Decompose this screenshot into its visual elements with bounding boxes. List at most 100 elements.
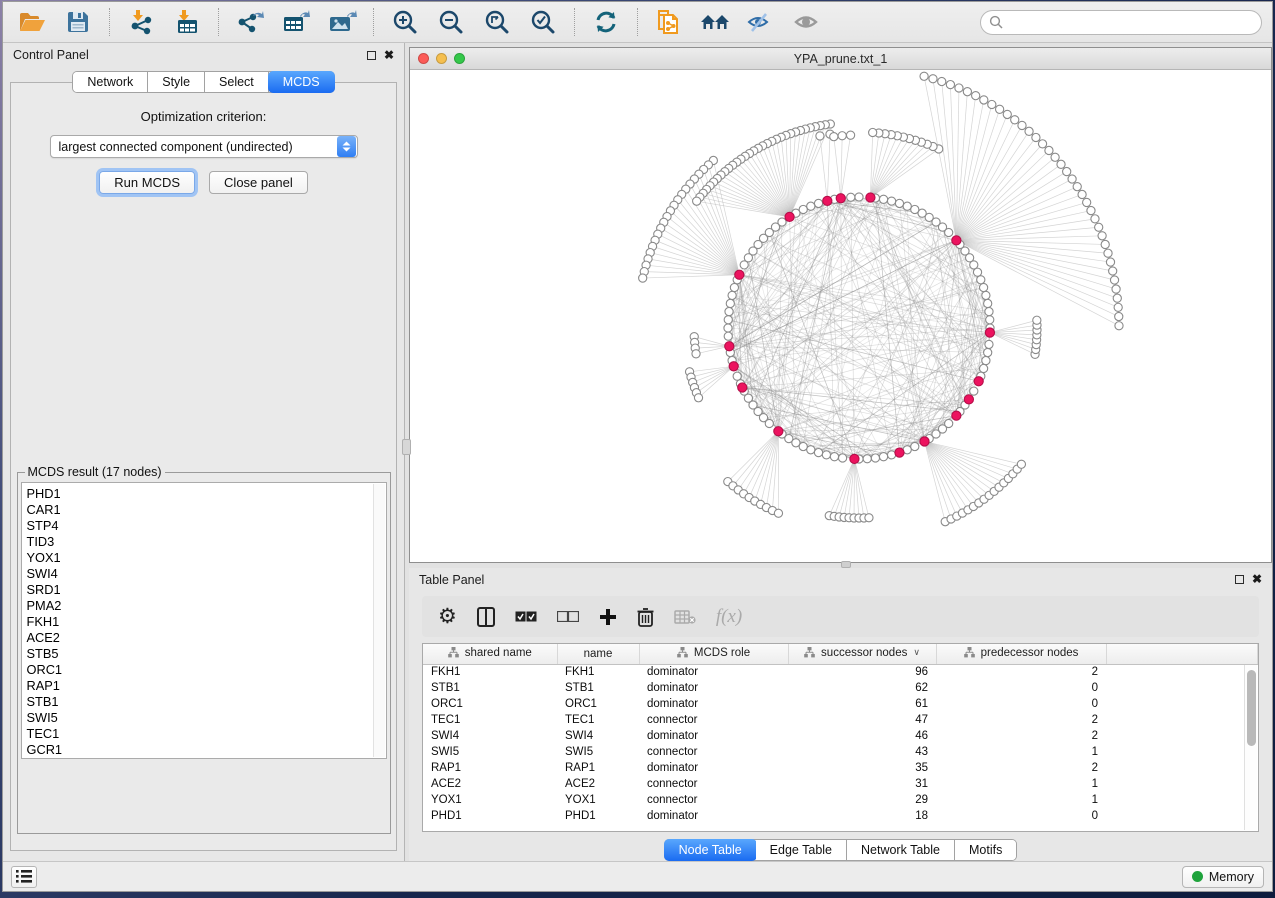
first-neighbors-icon[interactable] [696,6,734,38]
network-node[interactable] [970,387,978,395]
table-row[interactable]: FKH1FKH1dominator962 [423,664,1258,680]
zoom-out-icon[interactable] [432,6,470,38]
cell-mcds_role[interactable]: connector [639,712,788,728]
table-row[interactable]: ORC1ORC1dominator610 [423,696,1258,712]
column-header-name[interactable]: name [557,644,639,664]
delete-table-icon[interactable] [674,610,696,624]
mcds-result-item[interactable]: ORC1 [27,662,386,678]
network-node[interactable] [1115,322,1123,330]
network-node[interactable] [639,274,647,282]
network-node[interactable] [1011,116,1019,124]
select-all-checkboxes-icon[interactable] [515,611,537,622]
tab-select[interactable]: Select [205,72,269,92]
network-node[interactable] [982,356,990,364]
tab-network[interactable]: Network [73,72,148,92]
network-node[interactable] [1003,110,1011,118]
zoom-fit-icon[interactable] [478,6,516,38]
splitter-grip[interactable] [841,561,851,568]
network-node[interactable] [814,448,822,456]
network-node[interactable] [920,437,929,446]
network-node[interactable] [955,84,963,92]
mcds-result-list[interactable]: PHD1CAR1STP4TID3YOX1SWI4SRD1PMA2FKH1ACE2… [21,482,387,759]
mcds-result-item[interactable]: SWI4 [27,566,386,582]
network-node[interactable] [996,105,1004,113]
cell-shared_name[interactable]: RAP1 [423,760,557,776]
network-node[interactable] [911,442,919,450]
table-row[interactable]: PHD1PHD1dominator180 [423,808,1258,824]
network-node[interactable] [972,92,980,100]
column-header-shared-name[interactable]: shared name [423,644,557,664]
network-node[interactable] [1101,240,1109,248]
import-table-icon[interactable] [168,6,206,38]
cell-mcds_role[interactable]: dominator [639,696,788,712]
network-node[interactable] [863,455,871,463]
network-node[interactable] [725,307,733,315]
network-node[interactable] [735,270,744,279]
network-node[interactable] [982,291,990,299]
network-window-titlebar[interactable]: YPA_prune.txt_1 [410,48,1271,70]
mcds-result-item[interactable]: YOX1 [27,550,386,566]
network-node[interactable] [988,100,996,108]
network-node[interactable] [1073,183,1081,191]
zoom-in-icon[interactable] [386,6,424,38]
network-node[interactable] [846,131,854,139]
network-node[interactable] [952,411,961,420]
cell-successor_nodes[interactable]: 31 [788,776,936,792]
cell-name[interactable]: PHD1 [557,808,639,824]
cell-mcds_role[interactable]: connector [639,792,788,808]
network-node[interactable] [1045,146,1053,154]
refresh-icon[interactable] [587,6,625,38]
close-panel-button[interactable]: Close panel [209,171,308,194]
mcds-result-item[interactable]: SWI5 [27,710,386,726]
table-row[interactable]: SWI4SWI4dominator462 [423,728,1258,744]
float-panel-icon[interactable] [367,51,376,60]
network-node[interactable] [1109,267,1117,275]
cell-mcds_role[interactable]: dominator [639,760,788,776]
list-scrollbar-track[interactable] [373,484,385,757]
network-node[interactable] [895,448,904,457]
show-all-icon[interactable] [788,6,826,38]
network-node[interactable] [865,514,873,522]
network-node[interactable] [1017,460,1025,468]
network-node[interactable] [724,316,732,324]
memory-button[interactable]: Memory [1182,866,1264,888]
cell-name[interactable]: SWI4 [557,728,639,744]
column-header-predecessor-nodes[interactable]: predecessor nodes [936,644,1106,664]
cell-predecessor_nodes[interactable]: 1 [936,792,1106,808]
cell-successor_nodes[interactable]: 46 [788,728,936,744]
task-history-button[interactable] [11,866,37,888]
export-image-icon[interactable] [323,6,361,38]
cell-predecessor_nodes[interactable]: 0 [936,808,1106,824]
network-node[interactable] [1106,258,1114,266]
network-node[interactable] [807,446,815,454]
network-node[interactable] [1032,133,1040,141]
cell-shared_name[interactable]: STB1 [423,680,557,696]
cell-predecessor_nodes[interactable]: 2 [936,760,1106,776]
network-node[interactable] [730,283,738,291]
network-node[interactable] [979,283,987,291]
network-node[interactable] [838,454,846,462]
network-node[interactable] [692,350,700,358]
network-node[interactable] [1025,127,1033,135]
cell-predecessor_nodes[interactable]: 1 [936,776,1106,792]
scrollbar-thumb[interactable] [1247,670,1256,746]
cell-predecessor_nodes[interactable]: 2 [936,728,1106,744]
network-node[interactable] [724,324,732,332]
network-node[interactable] [693,197,701,205]
table-row[interactable]: RAP1RAP1dominator352 [423,760,1258,776]
network-node[interactable] [740,261,748,269]
network-node[interactable] [985,307,993,315]
column-layout-icon[interactable] [477,607,495,627]
network-node[interactable] [814,199,822,207]
tab-style[interactable]: Style [148,72,205,92]
close-panel-icon[interactable]: ✖ [384,51,394,60]
network-node[interactable] [869,128,877,136]
deselect-all-checkboxes-icon[interactable] [557,611,579,622]
network-node[interactable] [738,383,747,392]
network-node[interactable] [1114,303,1122,311]
network-node[interactable] [986,316,994,324]
export-network-icon[interactable] [231,6,269,38]
cell-name[interactable]: ORC1 [557,696,639,712]
cell-successor_nodes[interactable]: 61 [788,696,936,712]
mcds-result-item[interactable]: SRD1 [27,582,386,598]
